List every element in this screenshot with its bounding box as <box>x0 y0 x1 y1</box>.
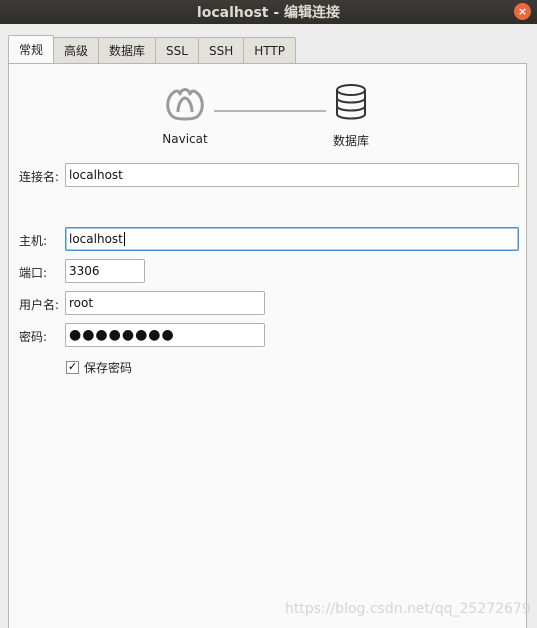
close-button[interactable]: × <box>514 3 531 20</box>
save-password-label[interactable]: 保存密码 <box>84 359 132 376</box>
connection-diagram: Navicat 数据库 <box>9 82 528 152</box>
password-mask: ●●●●●●●● <box>69 327 175 343</box>
connection-name-input[interactable]: localhost <box>65 163 519 187</box>
password-label: 密码: <box>19 330 48 344</box>
port-label: 端口: <box>19 266 48 280</box>
tab-ssl[interactable]: SSL <box>155 37 199 63</box>
tab-bar: 常规 高级 数据库 SSL SSH HTTP <box>8 35 296 64</box>
username-label: 用户名: <box>19 298 60 312</box>
tab-http[interactable]: HTTP <box>243 37 296 63</box>
watermark: https://blog.csdn.net/qq_25272679 <box>285 601 531 617</box>
check-icon: ✓ <box>67 360 78 373</box>
database-icon <box>336 84 366 120</box>
host-label: 主机: <box>19 234 48 248</box>
close-icon: × <box>517 5 528 18</box>
connection-name-label: 连接名: <box>19 170 60 184</box>
password-input[interactable]: ●●●●●●●● <box>65 323 265 347</box>
connection-line <box>214 110 326 112</box>
database-label: 数据库 <box>332 134 369 148</box>
general-panel: Navicat 数据库 连接名: localhost 主机: localhost… <box>8 63 531 628</box>
tab-general[interactable]: 常规 <box>8 35 55 63</box>
connection-name-value: localhost <box>69 168 123 182</box>
title-bar[interactable]: localhost - 编辑连接 × <box>0 0 537 24</box>
host-input[interactable]: localhost <box>65 227 519 251</box>
dialog-window: localhost - 编辑连接 × 常规 高级 数据库 SSL SSH HTT… <box>0 0 537 628</box>
tab-ssh[interactable]: SSH <box>197 37 245 63</box>
username-value: root <box>69 296 94 310</box>
port-value: 3306 <box>69 264 100 278</box>
host-value: localhost <box>69 232 123 246</box>
navicat-label: Navicat <box>162 132 208 146</box>
save-password-checkbox[interactable]: ✓ <box>66 361 79 374</box>
window-title: localhost - 编辑连接 <box>196 5 341 21</box>
tab-advanced[interactable]: 高级 <box>53 37 100 63</box>
port-input[interactable]: 3306 <box>65 259 145 283</box>
navicat-icon <box>166 88 204 121</box>
text-caret <box>123 232 125 246</box>
tab-databases[interactable]: 数据库 <box>98 37 157 63</box>
username-input[interactable]: root <box>65 291 265 315</box>
